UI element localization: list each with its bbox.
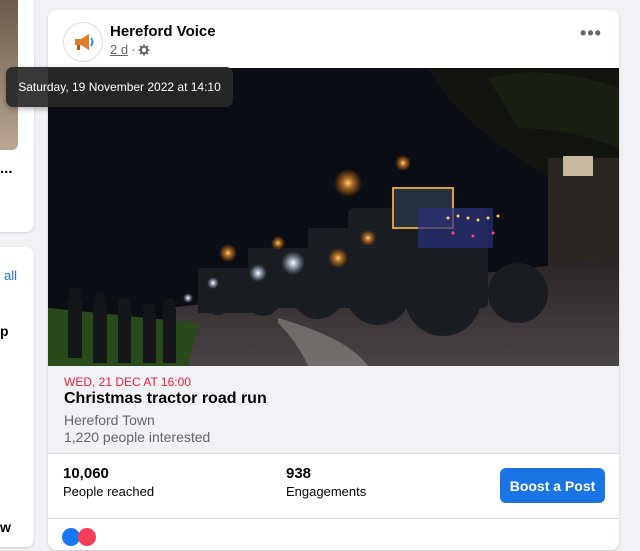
event-location: Hereford Town [64,412,155,428]
left-card-lower [0,247,34,547]
left-text-fragment: w [0,519,11,535]
post-insights: 10,060 People reached 938 Engagements Bo… [48,454,619,518]
reach-label: People reached [63,484,155,499]
event-date: WED, 21 DEC AT 16:00 [64,375,191,389]
post-meta: 2 d · [110,42,150,57]
reach-value: 10,060 [63,465,109,482]
post-timestamp-link[interactable]: 2 d [110,42,128,57]
gear-icon[interactable] [138,44,150,56]
timestamp-tooltip: Saturday, 19 November 2022 at 14:10 [6,67,233,107]
event-title[interactable]: Christmas tractor road run [64,390,267,408]
megaphone-logo-icon [69,28,97,56]
page-name-link[interactable]: Hereford Voice [110,23,216,40]
divider [48,518,619,519]
boost-post-button[interactable]: Boost a Post [500,468,605,503]
event-cover-photo[interactable] [48,68,619,366]
event-interested-count: 1,220 people interested [64,429,211,445]
see-all-link[interactable]: all [4,268,17,283]
left-text-fragment: p [0,323,9,339]
page-avatar[interactable] [63,22,103,62]
left-ellipsis: ... [0,160,13,177]
event-details[interactable]: WED, 21 DEC AT 16:00 Christmas tractor r… [48,366,619,454]
meta-separator: · [131,42,136,57]
engagement-label: Engagements [286,484,367,499]
more-options-icon[interactable]: ••• [577,24,605,46]
engagement-value: 938 [286,465,312,482]
post-card: Hereford Voice 2 d · ••• WED, 21 DEC AT … [6,10,619,551]
reaction-icons[interactable] [62,528,97,551]
